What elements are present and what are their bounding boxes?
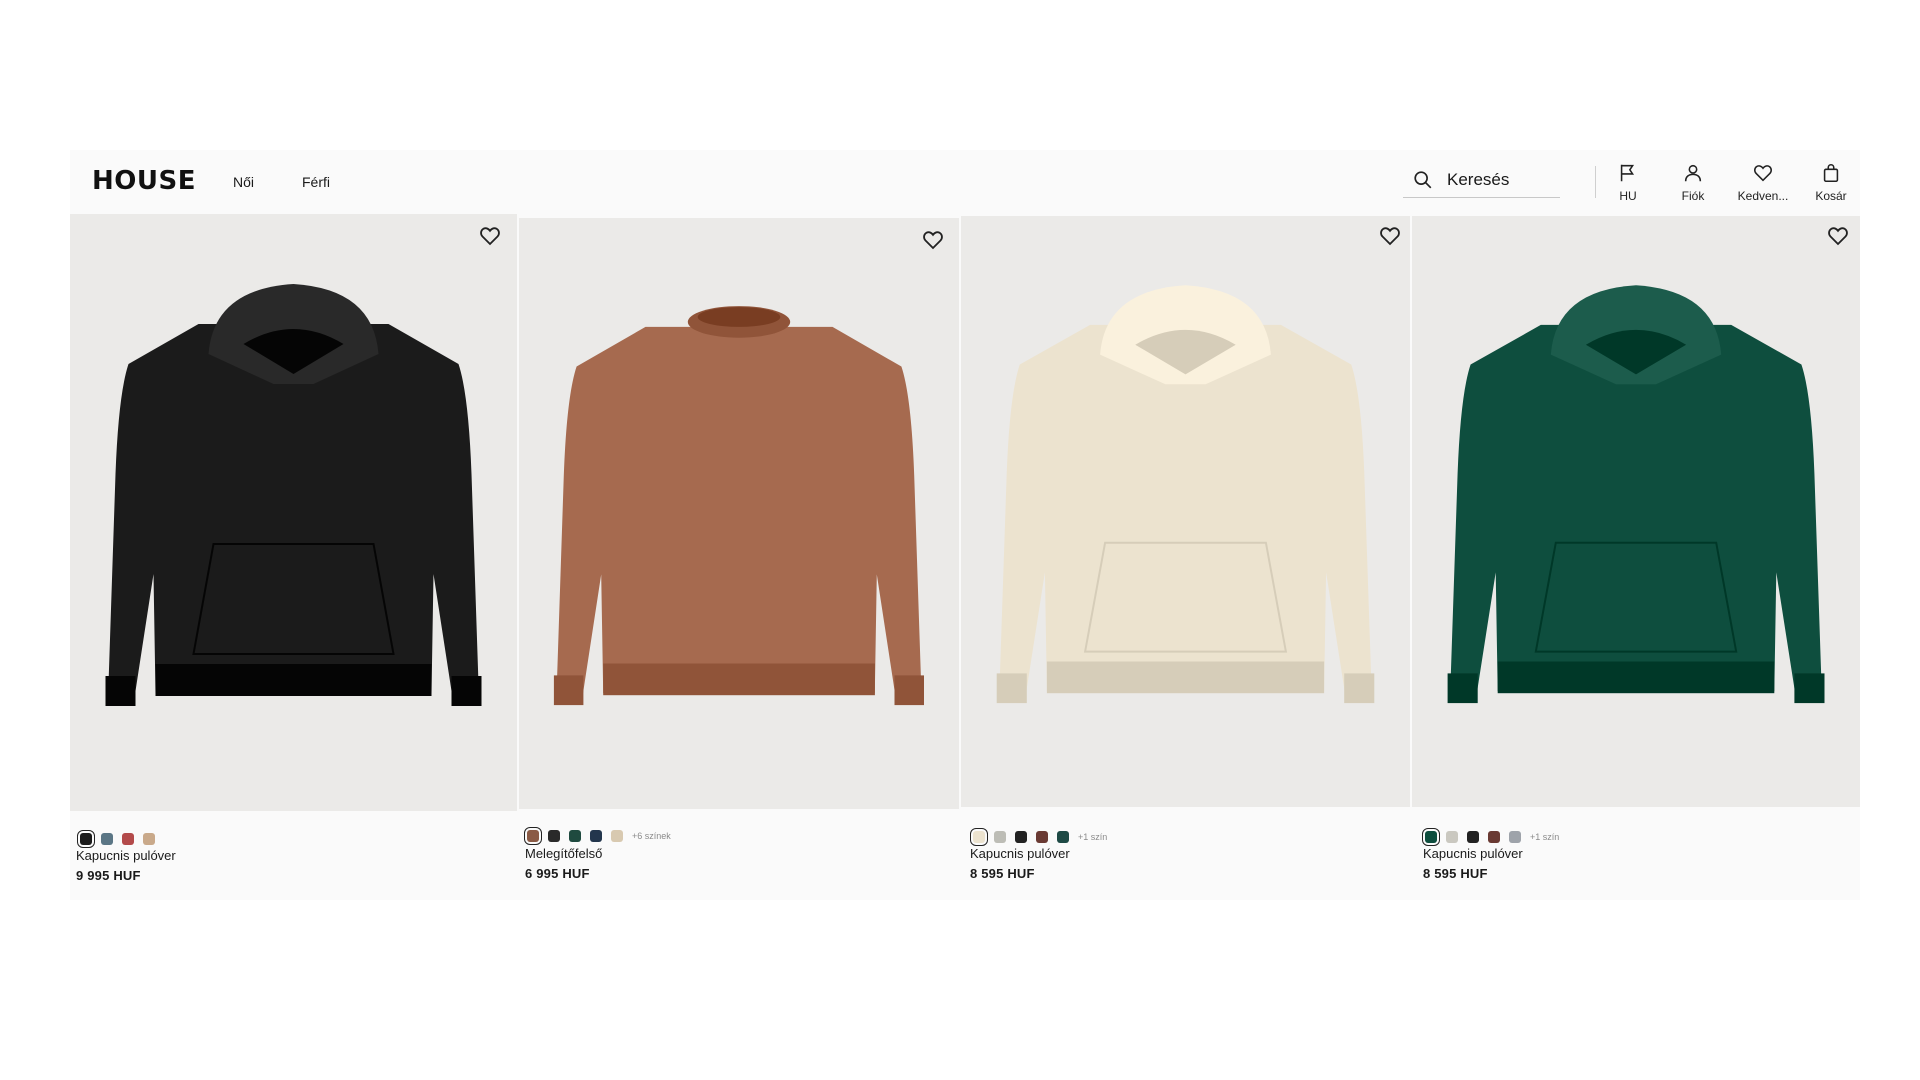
favorite-heart-icon[interactable] xyxy=(478,224,502,248)
product-price: 8 595 HUF xyxy=(1423,866,1488,881)
product-name[interactable]: Kapucnis pulóver xyxy=(970,846,1070,861)
product-name[interactable]: Kapucnis pulóver xyxy=(76,848,176,863)
logo[interactable]: HOUSE xyxy=(92,166,196,196)
bag-icon xyxy=(1823,163,1839,183)
country-label: HU xyxy=(1619,189,1637,203)
hoodie-image xyxy=(1447,285,1825,704)
color-swatches: +6 színek xyxy=(524,827,671,845)
color-swatch[interactable] xyxy=(1015,831,1027,843)
color-swatch[interactable] xyxy=(569,830,581,842)
favorites-label: Kedven... xyxy=(1737,189,1789,203)
product-name[interactable]: Kapucnis pulóver xyxy=(1423,846,1523,861)
sweatshirt-image xyxy=(553,306,924,706)
color-swatch[interactable] xyxy=(1422,828,1440,846)
nav-link-men[interactable]: Férfi xyxy=(302,174,330,190)
product-image[interactable] xyxy=(70,214,517,811)
color-swatch[interactable] xyxy=(77,830,95,848)
more-colors-link[interactable]: +6 színek xyxy=(632,831,671,841)
product-card[interactable]: +6 színek Melegítőfelső 6 995 HUF xyxy=(519,214,959,884)
product-name[interactable]: Melegítőfelső xyxy=(525,846,602,861)
favorite-heart-icon[interactable] xyxy=(1378,224,1402,248)
product-image[interactable] xyxy=(961,216,1410,807)
account-button[interactable]: Fiók xyxy=(1658,162,1728,203)
product-image[interactable] xyxy=(519,218,959,809)
color-swatches: +1 szín xyxy=(1422,828,1559,846)
cart-label: Kosár xyxy=(1815,189,1847,203)
product-price: 6 995 HUF xyxy=(525,866,590,881)
color-swatch[interactable] xyxy=(970,828,988,846)
color-swatches: +1 szín xyxy=(970,828,1107,846)
product-card[interactable]: +1 szín Kapucnis pulóver 8 595 HUF xyxy=(961,214,1410,884)
product-card[interactable]: Kapucnis pulóver 9 995 HUF xyxy=(70,214,517,899)
site-container: HOUSE Női Férfi HU Fiók xyxy=(70,150,1860,900)
product-card[interactable]: +1 szín Kapucnis pulóver 8 595 HUF xyxy=(1412,214,1860,884)
color-swatches xyxy=(77,830,155,848)
product-price: 8 595 HUF xyxy=(970,866,1035,881)
color-swatch[interactable] xyxy=(611,830,623,842)
more-colors-link[interactable]: +1 szín xyxy=(1078,832,1107,842)
color-swatch[interactable] xyxy=(1057,831,1069,843)
color-swatch[interactable] xyxy=(590,830,602,842)
hoodie-image xyxy=(105,284,482,706)
search-icon xyxy=(1414,170,1432,188)
color-swatch[interactable] xyxy=(1488,831,1500,843)
color-swatch[interactable] xyxy=(122,833,134,845)
account-label: Fiók xyxy=(1681,189,1705,203)
search-bar[interactable] xyxy=(1403,162,1560,198)
color-swatch[interactable] xyxy=(1446,831,1458,843)
color-swatch[interactable] xyxy=(143,833,155,845)
nav-link-women[interactable]: Női xyxy=(233,174,254,190)
user-icon xyxy=(1684,164,1702,182)
country-selector-button[interactable]: HU xyxy=(1593,162,1663,203)
cart-button[interactable]: Kosár xyxy=(1796,162,1866,203)
color-swatch[interactable] xyxy=(524,827,542,845)
color-swatch[interactable] xyxy=(1509,831,1521,843)
color-swatch[interactable] xyxy=(101,833,113,845)
color-swatch[interactable] xyxy=(548,830,560,842)
hoodie-image xyxy=(996,285,1375,704)
color-swatch[interactable] xyxy=(994,831,1006,843)
search-input[interactable] xyxy=(1447,169,1557,190)
site-header: HOUSE Női Férfi HU Fiók xyxy=(70,150,1860,216)
flag-icon xyxy=(1620,164,1635,182)
product-price: 9 995 HUF xyxy=(76,868,141,883)
product-image[interactable] xyxy=(1412,216,1860,807)
color-swatch[interactable] xyxy=(1467,831,1479,843)
favorite-heart-icon[interactable] xyxy=(921,228,945,252)
heart-icon xyxy=(1754,165,1772,182)
favorites-button[interactable]: Kedven... xyxy=(1728,162,1798,203)
color-swatch[interactable] xyxy=(1036,831,1048,843)
more-colors-link[interactable]: +1 szín xyxy=(1530,832,1559,842)
favorite-heart-icon[interactable] xyxy=(1826,224,1850,248)
